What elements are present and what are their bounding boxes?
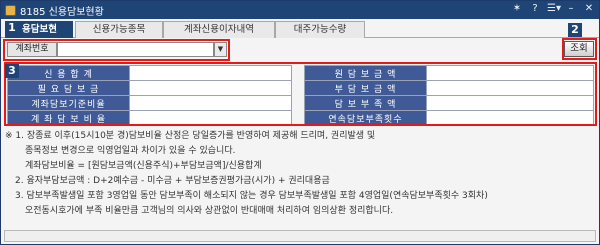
grid-row: 신 용 합 계 (7, 65, 292, 81)
grid-row: 원 담 보 금 액 (304, 65, 594, 81)
collateral-shortfall-value (426, 95, 594, 111)
query-button[interactable]: 조회 (564, 41, 594, 57)
notice-line: 3. 담보부족발생일 포함 3영업일 동안 담보부족이 해소되지 않는 경우 담… (15, 191, 488, 201)
app-window: 8185 신용담보현황 ✶ ? ☰▾ – ✕ 용담보현황 신용가능종목 계좌신용… (0, 0, 600, 245)
base-collateral-ratio-value (129, 95, 292, 111)
help-icon[interactable]: ? (529, 3, 541, 14)
notice-line: 오전동시호가에 부족 비율만큼 고객님의 의사와 상관없이 반대매매 처리하여 … (25, 206, 394, 216)
tab-bar: 용담보현황 신용가능종목 계좌신용이자내역 대주가능수량 (1, 20, 599, 51)
close-icon[interactable]: ✕ (583, 3, 595, 14)
account-number-label: 계좌번호 (7, 42, 57, 57)
consecutive-shortfall-count-value (426, 110, 594, 126)
tab-credit-eligible-stocks[interactable]: 신용가능종목 (75, 21, 163, 38)
credit-total-label: 신 용 합 계 (7, 65, 130, 81)
account-number-input[interactable] (57, 42, 214, 57)
base-collateral-ratio-label: 계좌담보기준비율 (7, 95, 130, 111)
credit-total-value (129, 65, 292, 81)
consecutive-shortfall-count-label: 연속담보부족횟수 (304, 110, 427, 126)
summary-grid-left: 신 용 합 계 필 요 담 보 금 계좌담보기준비율 계 좌 담 보 비 율 (7, 65, 292, 126)
notice-line: 종목정보 변경으로 익영업일과 차이가 있을 수 있습니다. (25, 146, 236, 156)
menu-icon[interactable]: ☰▾ (547, 3, 561, 14)
app-icon (5, 4, 16, 16)
tab-credit-interest-history[interactable]: 계좌신용이자내역 (163, 21, 275, 38)
notice-line: 2. 융자부담보금액 : D+2예수금 - 미수금 + 부담보증권평가금(시가)… (15, 176, 330, 186)
minimize-icon[interactable]: – (565, 3, 577, 14)
required-collateral-value (129, 80, 292, 96)
grid-row: 계 좌 담 보 비 율 (7, 110, 292, 126)
grid-row: 계좌담보기준비율 (7, 95, 292, 111)
original-collateral-label: 원 담 보 금 액 (304, 65, 427, 81)
tab-short-sale-quantity[interactable]: 대주가능수량 (275, 21, 365, 38)
notice-text: ※ 1. 장종료 이후(15시10분 경)담보비율 산정은 당일증가를 반영하여… (5, 129, 597, 219)
chevron-down-icon[interactable]: ▼ (214, 42, 227, 57)
grid-row: 부 담 보 금 액 (304, 80, 594, 96)
notice-line: 계좌담보비율 = [원담보금액(신용주식)+부담보금액]/신용합계 (25, 161, 262, 171)
sub-collateral-label: 부 담 보 금 액 (304, 80, 427, 96)
sub-collateral-value (426, 80, 594, 96)
badge-2: 2 (568, 23, 582, 37)
pin-icon[interactable]: ✶ (511, 3, 523, 14)
grid-row: 필 요 담 보 금 (7, 80, 292, 96)
title-bar: 8185 신용담보현황 ✶ ? ☰▾ – ✕ (1, 1, 599, 19)
required-collateral-label: 필 요 담 보 금 (7, 80, 130, 96)
status-bar (4, 230, 596, 242)
badge-3: 3 (5, 64, 19, 78)
collateral-shortfall-label: 담 보 부 족 액 (304, 95, 427, 111)
title-tools: ✶ ? ☰▾ – ✕ (511, 3, 595, 14)
badge-1: 1 (5, 21, 19, 35)
account-collateral-ratio-value (129, 110, 292, 126)
grid-row: 담 보 부 족 액 (304, 95, 594, 111)
summary-grid-right: 원 담 보 금 액 부 담 보 금 액 담 보 부 족 액 연속담보부족횟수 (304, 65, 594, 126)
window-title: 8185 신용담보현황 (20, 6, 104, 18)
original-collateral-value (426, 65, 594, 81)
account-collateral-ratio-label: 계 좌 담 보 비 율 (7, 110, 130, 126)
grid-row: 연속담보부족횟수 (304, 110, 594, 126)
notice-line: ※ 1. 장종료 이후(15시10분 경)담보비율 산정은 당일증가를 반영하여… (5, 131, 376, 141)
